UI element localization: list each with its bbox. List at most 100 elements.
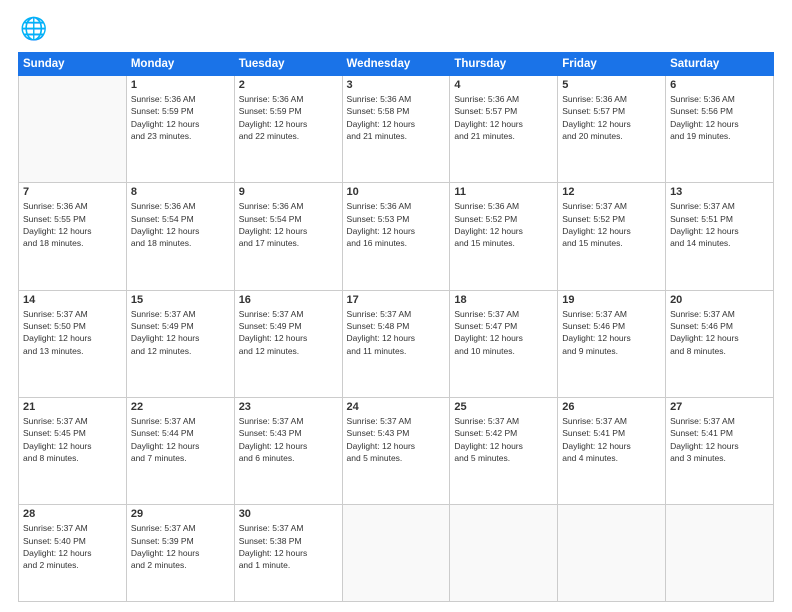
calendar-cell: 26 Sunrise: 5:37 AM Sunset: 5:41 PM Dayli… <box>558 397 666 504</box>
logo: 🌐 <box>18 16 50 44</box>
day-number: 9 <box>239 186 338 198</box>
calendar-cell <box>666 505 774 602</box>
calendar-cell: 5 Sunrise: 5:36 AM Sunset: 5:57 PM Daylig… <box>558 76 666 183</box>
day-number: 29 <box>131 508 230 520</box>
day-number: 6 <box>670 79 769 91</box>
calendar-cell: 2 Sunrise: 5:36 AM Sunset: 5:59 PM Daylig… <box>234 76 342 183</box>
calendar-cell: 30Sunrise: 5:37 AM Sunset: 5:38 PM Dayli… <box>234 505 342 602</box>
cell-info: Sunrise: 5:36 AM Sunset: 5:56 PM Dayligh… <box>670 93 769 142</box>
day-number: 2 <box>239 79 338 91</box>
day-number: 27 <box>670 401 769 413</box>
day-number: 12 <box>562 186 661 198</box>
cell-info: Sunrise: 5:36 AM Sunset: 5:54 PM Dayligh… <box>131 200 230 249</box>
week-row-2: 7Sunrise: 5:36 AM Sunset: 5:55 PM Daylig… <box>19 183 774 290</box>
calendar-cell: 10 Sunrise: 5:36 AM Sunset: 5:53 PM Dayli… <box>342 183 450 290</box>
week-row-4: 21Sunrise: 5:37 AM Sunset: 5:45 PM Dayli… <box>19 397 774 504</box>
day-number: 3 <box>347 79 446 91</box>
cell-info: Sunrise: 5:37 AM Sunset: 5:48 PM Dayligh… <box>347 308 446 357</box>
calendar-cell <box>450 505 558 602</box>
day-number: 4 <box>454 79 553 91</box>
calendar-cell: 13 Sunrise: 5:37 AM Sunset: 5:51 PM Dayli… <box>666 183 774 290</box>
cell-info: Sunrise: 5:37 AM Sunset: 5:39 PM Dayligh… <box>131 522 230 571</box>
cell-info: Sunrise: 5:37 AM Sunset: 5:41 PM Dayligh… <box>670 415 769 464</box>
cell-info: Sunrise: 5:36 AM Sunset: 5:59 PM Dayligh… <box>131 93 230 142</box>
cell-info: Sunrise: 5:37 AM Sunset: 5:51 PM Dayligh… <box>670 200 769 249</box>
calendar-cell: 21Sunrise: 5:37 AM Sunset: 5:45 PM Dayli… <box>19 397 127 504</box>
cell-info: Sunrise: 5:37 AM Sunset: 5:44 PM Dayligh… <box>131 415 230 464</box>
day-number: 26 <box>562 401 661 413</box>
cell-info: Sunrise: 5:36 AM Sunset: 5:57 PM Dayligh… <box>562 93 661 142</box>
day-number: 16 <box>239 294 338 306</box>
logo-icon: 🌐 <box>18 16 46 44</box>
cell-info: Sunrise: 5:37 AM Sunset: 5:42 PM Dayligh… <box>454 415 553 464</box>
calendar-cell: 24 Sunrise: 5:37 AM Sunset: 5:43 PM Dayli… <box>342 397 450 504</box>
day-number: 15 <box>131 294 230 306</box>
calendar-cell: 6 Sunrise: 5:36 AM Sunset: 5:56 PM Daylig… <box>666 76 774 183</box>
calendar-cell: 22 Sunrise: 5:37 AM Sunset: 5:44 PM Dayli… <box>126 397 234 504</box>
day-number: 17 <box>347 294 446 306</box>
cell-info: Sunrise: 5:36 AM Sunset: 5:59 PM Dayligh… <box>239 93 338 142</box>
header-row: SundayMondayTuesdayWednesdayThursdayFrid… <box>19 53 774 76</box>
cell-info: Sunrise: 5:37 AM Sunset: 5:43 PM Dayligh… <box>347 415 446 464</box>
col-header-sunday: Sunday <box>19 53 127 76</box>
col-header-wednesday: Wednesday <box>342 53 450 76</box>
calendar-cell: 4 Sunrise: 5:36 AM Sunset: 5:57 PM Daylig… <box>450 76 558 183</box>
calendar-cell: 3 Sunrise: 5:36 AM Sunset: 5:58 PM Daylig… <box>342 76 450 183</box>
week-row-1: 1 Sunrise: 5:36 AM Sunset: 5:59 PM Daylig… <box>19 76 774 183</box>
day-number: 5 <box>562 79 661 91</box>
cell-info: Sunrise: 5:37 AM Sunset: 5:38 PM Dayligh… <box>239 522 338 571</box>
svg-text:🌐: 🌐 <box>20 16 46 41</box>
calendar-cell: 9 Sunrise: 5:36 AM Sunset: 5:54 PM Daylig… <box>234 183 342 290</box>
cell-info: Sunrise: 5:36 AM Sunset: 5:54 PM Dayligh… <box>239 200 338 249</box>
cell-info: Sunrise: 5:37 AM Sunset: 5:52 PM Dayligh… <box>562 200 661 249</box>
cell-info: Sunrise: 5:37 AM Sunset: 5:41 PM Dayligh… <box>562 415 661 464</box>
calendar-cell: 8 Sunrise: 5:36 AM Sunset: 5:54 PM Daylig… <box>126 183 234 290</box>
calendar-table: SundayMondayTuesdayWednesdayThursdayFrid… <box>18 52 774 602</box>
calendar-cell: 7Sunrise: 5:36 AM Sunset: 5:55 PM Daylig… <box>19 183 127 290</box>
cell-info: Sunrise: 5:36 AM Sunset: 5:58 PM Dayligh… <box>347 93 446 142</box>
calendar-cell: 17 Sunrise: 5:37 AM Sunset: 5:48 PM Dayli… <box>342 290 450 397</box>
day-number: 19 <box>562 294 661 306</box>
calendar-cell <box>558 505 666 602</box>
day-number: 13 <box>670 186 769 198</box>
day-number: 10 <box>347 186 446 198</box>
day-number: 23 <box>239 401 338 413</box>
calendar-cell: 14 Sunrise: 5:37 AM Sunset: 5:50 PM Dayli… <box>19 290 127 397</box>
cell-info: Sunrise: 5:37 AM Sunset: 5:46 PM Dayligh… <box>670 308 769 357</box>
calendar-cell: 20 Sunrise: 5:37 AM Sunset: 5:46 PM Dayli… <box>666 290 774 397</box>
day-number: 20 <box>670 294 769 306</box>
cell-info: Sunrise: 5:36 AM Sunset: 5:55 PM Dayligh… <box>23 200 122 249</box>
day-number: 11 <box>454 186 553 198</box>
col-header-tuesday: Tuesday <box>234 53 342 76</box>
col-header-thursday: Thursday <box>450 53 558 76</box>
calendar-cell: 27 Sunrise: 5:37 AM Sunset: 5:41 PM Dayli… <box>666 397 774 504</box>
page: 🌐 SundayMondayTuesdayWednesdayThursdayFr… <box>0 0 792 612</box>
header: 🌐 <box>18 16 774 44</box>
day-number: 24 <box>347 401 446 413</box>
calendar-cell: 11Sunrise: 5:36 AM Sunset: 5:52 PM Dayli… <box>450 183 558 290</box>
calendar-cell: 28Sunrise: 5:37 AM Sunset: 5:40 PM Dayli… <box>19 505 127 602</box>
day-number: 21 <box>23 401 122 413</box>
day-number: 1 <box>131 79 230 91</box>
cell-info: Sunrise: 5:37 AM Sunset: 5:46 PM Dayligh… <box>562 308 661 357</box>
col-header-monday: Monday <box>126 53 234 76</box>
cell-info: Sunrise: 5:36 AM Sunset: 5:53 PM Dayligh… <box>347 200 446 249</box>
day-number: 14 <box>23 294 122 306</box>
day-number: 25 <box>454 401 553 413</box>
cell-info: Sunrise: 5:37 AM Sunset: 5:49 PM Dayligh… <box>131 308 230 357</box>
cell-info: Sunrise: 5:37 AM Sunset: 5:50 PM Dayligh… <box>23 308 122 357</box>
cell-info: Sunrise: 5:37 AM Sunset: 5:49 PM Dayligh… <box>239 308 338 357</box>
cell-info: Sunrise: 5:36 AM Sunset: 5:57 PM Dayligh… <box>454 93 553 142</box>
calendar-cell: 18Sunrise: 5:37 AM Sunset: 5:47 PM Dayli… <box>450 290 558 397</box>
cell-info: Sunrise: 5:37 AM Sunset: 5:40 PM Dayligh… <box>23 522 122 571</box>
day-number: 18 <box>454 294 553 306</box>
week-row-5: 28Sunrise: 5:37 AM Sunset: 5:40 PM Dayli… <box>19 505 774 602</box>
calendar-cell: 16 Sunrise: 5:37 AM Sunset: 5:49 PM Dayli… <box>234 290 342 397</box>
day-number: 22 <box>131 401 230 413</box>
day-number: 8 <box>131 186 230 198</box>
week-row-3: 14 Sunrise: 5:37 AM Sunset: 5:50 PM Dayli… <box>19 290 774 397</box>
calendar-cell: 19 Sunrise: 5:37 AM Sunset: 5:46 PM Dayli… <box>558 290 666 397</box>
col-header-friday: Friday <box>558 53 666 76</box>
calendar-cell: 1 Sunrise: 5:36 AM Sunset: 5:59 PM Daylig… <box>126 76 234 183</box>
calendar-cell: 29 Sunrise: 5:37 AM Sunset: 5:39 PM Dayli… <box>126 505 234 602</box>
